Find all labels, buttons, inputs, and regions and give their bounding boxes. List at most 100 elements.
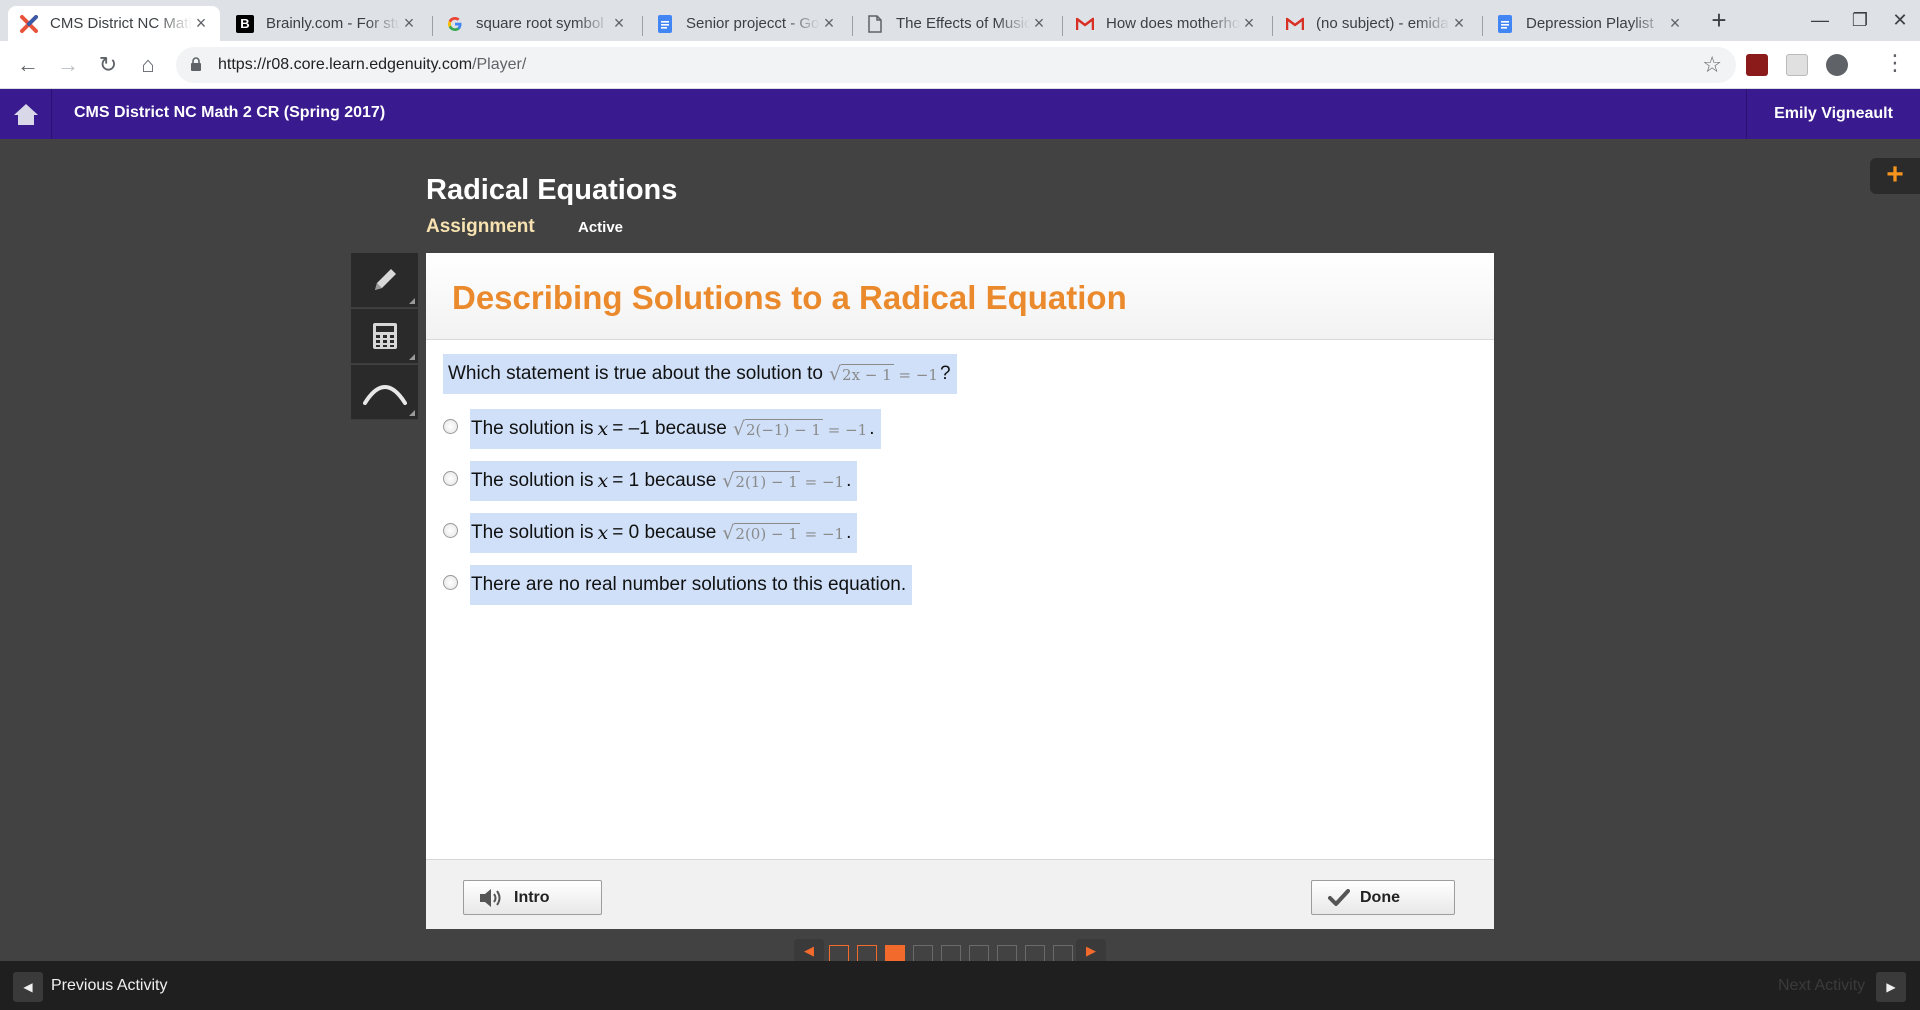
checkmark-icon bbox=[1328, 888, 1350, 907]
previous-activity-button[interactable]: ◀ bbox=[13, 972, 43, 1002]
close-icon[interactable]: × bbox=[1450, 13, 1468, 34]
question-end: ? bbox=[939, 363, 951, 384]
user-name-menu[interactable]: Emily Vigneault bbox=[1746, 89, 1920, 139]
home-icon[interactable]: ⌂ bbox=[132, 49, 164, 81]
answer-radicand: 2(0) − 1 bbox=[734, 523, 800, 543]
url-path: /Player/ bbox=[472, 56, 527, 73]
answer-radio[interactable] bbox=[443, 470, 458, 486]
reload-icon[interactable]: ↻ bbox=[92, 49, 124, 81]
close-icon[interactable]: × bbox=[192, 13, 210, 34]
activity-title: Describing Solutions to a Radical Equati… bbox=[452, 279, 1127, 316]
url-text: https://r08.core.learn.edgenuity.com/Pla… bbox=[218, 56, 526, 74]
browser-tab-6[interactable]: (no subject) - emida × bbox=[1274, 6, 1478, 41]
close-window-icon[interactable]: ✕ bbox=[1880, 4, 1920, 36]
tab-separator bbox=[642, 16, 643, 36]
restore-window-icon[interactable]: ❐ bbox=[1840, 4, 1880, 36]
google-docs-icon bbox=[656, 14, 674, 33]
browser-tab-title: square root symbol bbox=[476, 15, 604, 32]
answer-equation: √ 2(−1) − 1 = −1 bbox=[733, 419, 867, 439]
question-equation: √ 2x − 1 = −1 bbox=[829, 364, 938, 384]
new-tab-button[interactable]: + bbox=[1704, 6, 1734, 36]
google-icon bbox=[446, 15, 464, 33]
answer-value: = 0 because bbox=[612, 522, 717, 543]
graph-tool-button[interactable] bbox=[351, 365, 418, 420]
extension-icon[interactable] bbox=[1786, 54, 1808, 76]
answer-variable: x bbox=[597, 470, 609, 492]
calculator-icon bbox=[372, 323, 397, 349]
answer-radicand: 2(−1) − 1 bbox=[744, 419, 823, 439]
question-rhs: = −1 bbox=[898, 366, 938, 384]
course-title: CMS District NC Math 2 CR (Spring 2017) bbox=[74, 104, 386, 121]
answer-variable: x bbox=[597, 522, 609, 544]
url-host: https://r08.core.learn.edgenuity.com bbox=[218, 56, 473, 73]
answer-end: . bbox=[846, 522, 852, 543]
browser-tab-1[interactable]: B Brainly.com - For students × bbox=[224, 6, 428, 41]
answer-prefix: The solution is bbox=[471, 522, 594, 543]
intro-button[interactable]: Intro bbox=[463, 880, 602, 915]
browser-tab-title: CMS District NC Math 2 CR bbox=[50, 15, 192, 32]
browser-tab-title: Depression Playlist bbox=[1526, 15, 1654, 32]
answer-radio[interactable] bbox=[443, 522, 458, 538]
home-button[interactable] bbox=[0, 89, 52, 139]
back-arrow-icon[interactable]: ← bbox=[12, 49, 44, 81]
answer-radio[interactable] bbox=[443, 418, 458, 434]
lesson-title: Radical Equations bbox=[426, 174, 678, 206]
tab-separator bbox=[852, 16, 853, 36]
browser-menu-icon[interactable]: ⋮ bbox=[1884, 50, 1906, 76]
gmail-icon bbox=[1076, 15, 1094, 33]
speaker-icon bbox=[478, 887, 504, 909]
browser-tab-3[interactable]: Senior projecct - Google Docs × bbox=[644, 6, 848, 41]
pager-next-button[interactable]: ▶ bbox=[1076, 939, 1106, 963]
parabola-icon bbox=[362, 385, 407, 405]
house-icon bbox=[13, 104, 38, 125]
close-icon[interactable]: × bbox=[820, 13, 838, 34]
close-icon[interactable]: × bbox=[1666, 13, 1684, 34]
answer-prefix: The solution is bbox=[471, 470, 594, 491]
browser-toolbar: ← → ↻ ⌂ https://r08.core.learn.edgenuity… bbox=[0, 41, 1920, 89]
close-icon[interactable]: × bbox=[1240, 13, 1258, 34]
done-button[interactable]: Done bbox=[1311, 880, 1455, 915]
answer-rhs: = −1 bbox=[827, 421, 868, 439]
address-bar[interactable]: https://r08.core.learn.edgenuity.com/Pla… bbox=[176, 47, 1736, 83]
answer-option-2[interactable]: The solution is x = 1 because √ 2(1) − 1 … bbox=[443, 461, 858, 501]
profile-extension-icon[interactable] bbox=[1826, 54, 1848, 76]
google-docs-icon bbox=[1496, 14, 1514, 33]
answer-variable: x bbox=[597, 418, 609, 440]
browser-tab-strip: CMS District NC Math 2 CR × B Brainly.co… bbox=[0, 0, 1920, 41]
answer-radio[interactable] bbox=[443, 574, 458, 590]
next-activity-button[interactable]: ▶ bbox=[1876, 972, 1906, 1002]
browser-tab-title: Brainly.com - For students bbox=[266, 15, 400, 32]
next-activity-label[interactable]: Next Activity bbox=[1778, 977, 1865, 995]
activity-footer: Intro Done bbox=[426, 859, 1494, 929]
calculator-tool-button[interactable] bbox=[351, 309, 418, 364]
close-icon[interactable]: × bbox=[1030, 13, 1048, 34]
close-icon[interactable]: × bbox=[400, 13, 418, 34]
close-icon[interactable]: × bbox=[610, 13, 628, 34]
answer-option-1[interactable]: The solution is x = –1 because √ 2(−1) − … bbox=[443, 409, 881, 449]
lock-icon bbox=[190, 57, 202, 71]
browser-tab-7[interactable]: Depression Playlist × bbox=[1484, 6, 1694, 41]
answer-rhs: = −1 bbox=[804, 473, 845, 491]
expand-plus-button[interactable]: + bbox=[1870, 158, 1920, 194]
answer-rhs: = −1 bbox=[804, 525, 845, 543]
question-text: Which statement is true about the soluti… bbox=[448, 363, 823, 384]
answer-option-4[interactable]: There are no real number solutions to th… bbox=[443, 565, 913, 605]
done-label: Done bbox=[1360, 888, 1400, 906]
browser-tab-0[interactable]: CMS District NC Math 2 CR × bbox=[8, 6, 220, 41]
answer-equation: √ 2(1) − 1 = −1 bbox=[722, 471, 844, 491]
tab-separator bbox=[1062, 16, 1063, 36]
previous-activity-label[interactable]: Previous Activity bbox=[51, 977, 167, 995]
browser-tab-2[interactable]: square root symbol × bbox=[434, 6, 638, 41]
browser-tab-4[interactable]: The Effects of Music × bbox=[854, 6, 1058, 41]
browser-tab-5[interactable]: How does motherhood × bbox=[1064, 6, 1268, 41]
answer-option-3[interactable]: The solution is x = 0 because √ 2(0) − 1 … bbox=[443, 513, 858, 553]
brainly-icon: B bbox=[236, 14, 254, 33]
pager-prev-button[interactable]: ◀ bbox=[794, 939, 824, 963]
minimize-icon[interactable]: — bbox=[1800, 4, 1840, 36]
acrobat-extension-icon[interactable] bbox=[1746, 54, 1768, 76]
answer-text: The solution is x = 0 because √ 2(0) − 1 … bbox=[470, 513, 858, 553]
pencil-tool-button[interactable] bbox=[351, 253, 418, 308]
forward-arrow-icon[interactable]: → bbox=[52, 49, 84, 81]
bookmark-star-icon[interactable]: ☆ bbox=[1702, 52, 1722, 78]
pager-steps bbox=[824, 939, 1076, 963]
